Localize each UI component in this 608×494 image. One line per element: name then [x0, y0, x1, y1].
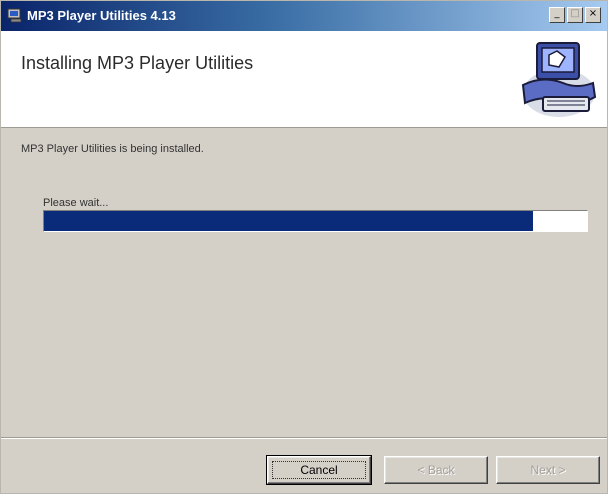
close-icon[interactable]: × — [585, 7, 601, 23]
install-status-text: MP3 Player Utilities is being installed. — [21, 143, 204, 155]
cancel-button[interactable]: Cancel — [266, 455, 372, 485]
install-progress-bar — [43, 210, 588, 232]
computer-installer-icon — [521, 42, 597, 117]
next-button[interactable]: Next > — [496, 456, 600, 484]
wizard-header: Installing MP3 Player Utilities — [1, 31, 607, 128]
window-controls: _ □ × — [549, 7, 601, 25]
title-bar[interactable]: MP3 Player Utilities 4.13 _ □ × — [1, 1, 607, 31]
minimize-icon[interactable]: _ — [549, 7, 565, 23]
focus-rectangle — [272, 461, 366, 479]
installer-window: MP3 Player Utilities 4.13 _ □ × Installi… — [0, 0, 608, 494]
back-button[interactable]: < Back — [384, 456, 488, 484]
please-wait-label: Please wait... — [43, 197, 109, 209]
maximize-icon: □ — [567, 7, 583, 23]
page-title: Installing MP3 Player Utilities — [21, 53, 254, 73]
installer-icon — [7, 8, 22, 23]
progress-fill — [44, 211, 533, 231]
window-title: MP3 Player Utilities 4.13 — [27, 8, 176, 23]
button-separator — [1, 437, 607, 439]
